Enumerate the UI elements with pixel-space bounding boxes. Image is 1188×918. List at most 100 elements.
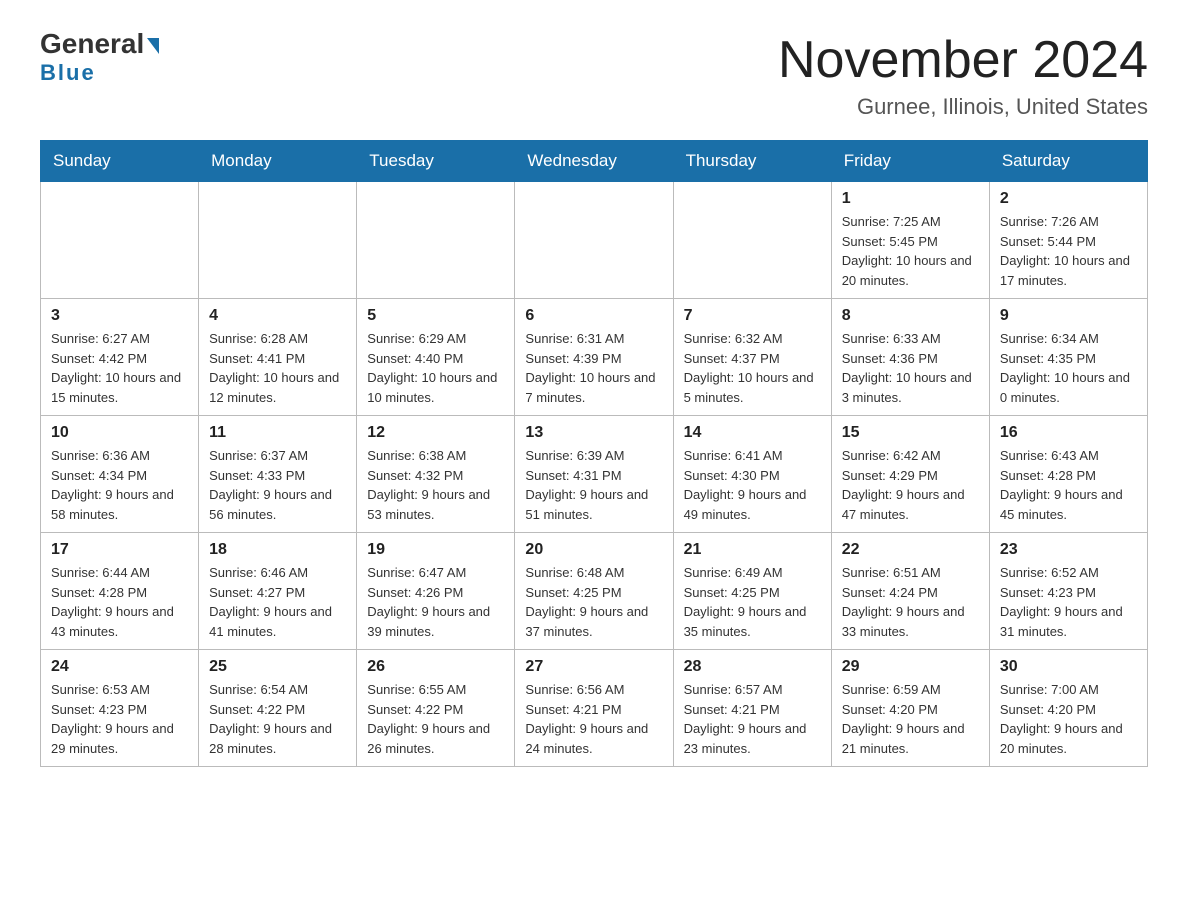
page-subtitle: Gurnee, Illinois, United States bbox=[778, 94, 1148, 120]
day-number: 25 bbox=[209, 658, 346, 676]
calendar-week-row: 3Sunrise: 6:27 AM Sunset: 4:42 PM Daylig… bbox=[41, 299, 1148, 416]
page-title: November 2024 bbox=[778, 30, 1148, 90]
calendar-cell: 1 Sunrise: 7:25 AM Sunset: 5:45 PM Daylig… bbox=[831, 182, 989, 299]
day-info: Sunrise: 6:47 AM Sunset: 4:26 PM Dayligh… bbox=[367, 563, 504, 641]
day-number: 10 bbox=[51, 424, 188, 442]
day-info: Sunrise: 6:44 AM Sunset: 4:28 PM Dayligh… bbox=[51, 563, 188, 641]
weekday-header-tuesday: Tuesday bbox=[357, 141, 515, 182]
calendar-cell: 22Sunrise: 6:51 AM Sunset: 4:24 PM Dayli… bbox=[831, 533, 989, 650]
calendar-cell: 7 Sunrise: 6:32 AM Sunset: 4:37 PM Daylig… bbox=[673, 299, 831, 416]
calendar-cell: 14 Sunrise: 6:41 AM Sunset: 4:30 PM Dayli… bbox=[673, 416, 831, 533]
day-info: Sunrise: 6:33 AM Sunset: 4:36 PM Dayligh… bbox=[842, 329, 979, 407]
day-info: Sunrise: 6:32 AM Sunset: 4:37 PM Dayligh… bbox=[684, 329, 821, 407]
day-info: Sunrise: 6:34 AM Sunset: 4:35 PM Dayligh… bbox=[1000, 329, 1137, 407]
calendar-cell: 3Sunrise: 6:27 AM Sunset: 4:42 PM Daylig… bbox=[41, 299, 199, 416]
calendar-cell: 17 Sunrise: 6:44 AM Sunset: 4:28 PM Dayli… bbox=[41, 533, 199, 650]
day-number: 20 bbox=[525, 541, 662, 559]
day-info: Sunrise: 6:28 AM Sunset: 4:41 PM Dayligh… bbox=[209, 329, 346, 407]
day-number: 14 bbox=[684, 424, 821, 442]
day-number: 11 bbox=[209, 424, 346, 442]
calendar-cell: 9 Sunrise: 6:34 AM Sunset: 4:35 PM Daylig… bbox=[989, 299, 1147, 416]
weekday-header-friday: Friday bbox=[831, 141, 989, 182]
calendar-cell: 26Sunrise: 6:55 AM Sunset: 4:22 PM Dayli… bbox=[357, 650, 515, 767]
weekday-header-thursday: Thursday bbox=[673, 141, 831, 182]
calendar-cell bbox=[199, 182, 357, 299]
calendar-cell: 11 Sunrise: 6:37 AM Sunset: 4:33 PM Dayli… bbox=[199, 416, 357, 533]
day-info: Sunrise: 6:42 AM Sunset: 4:29 PM Dayligh… bbox=[842, 446, 979, 524]
day-info: Sunrise: 6:54 AM Sunset: 4:22 PM Dayligh… bbox=[209, 680, 346, 758]
weekday-header-wednesday: Wednesday bbox=[515, 141, 673, 182]
day-info: Sunrise: 6:41 AM Sunset: 4:30 PM Dayligh… bbox=[684, 446, 821, 524]
calendar-cell: 6 Sunrise: 6:31 AM Sunset: 4:39 PM Daylig… bbox=[515, 299, 673, 416]
day-number: 12 bbox=[367, 424, 504, 442]
calendar-table: SundayMondayTuesdayWednesdayThursdayFrid… bbox=[40, 140, 1148, 767]
day-info: Sunrise: 6:38 AM Sunset: 4:32 PM Dayligh… bbox=[367, 446, 504, 524]
logo: General Blue bbox=[40, 30, 159, 86]
calendar-cell: 10 Sunrise: 6:36 AM Sunset: 4:34 PM Dayli… bbox=[41, 416, 199, 533]
day-info: Sunrise: 6:46 AM Sunset: 4:27 PM Dayligh… bbox=[209, 563, 346, 641]
day-info: Sunrise: 7:00 AM Sunset: 4:20 PM Dayligh… bbox=[1000, 680, 1137, 758]
day-info: Sunrise: 6:37 AM Sunset: 4:33 PM Dayligh… bbox=[209, 446, 346, 524]
day-number: 27 bbox=[525, 658, 662, 676]
day-number: 13 bbox=[525, 424, 662, 442]
day-info: Sunrise: 6:56 AM Sunset: 4:21 PM Dayligh… bbox=[525, 680, 662, 758]
day-number: 15 bbox=[842, 424, 979, 442]
calendar-cell: 23 Sunrise: 6:52 AM Sunset: 4:23 PM Dayli… bbox=[989, 533, 1147, 650]
day-number: 4 bbox=[209, 307, 346, 325]
day-info: Sunrise: 6:31 AM Sunset: 4:39 PM Dayligh… bbox=[525, 329, 662, 407]
day-number: 30 bbox=[1000, 658, 1137, 676]
day-number: 28 bbox=[684, 658, 821, 676]
calendar-cell: 25 Sunrise: 6:54 AM Sunset: 4:22 PM Dayli… bbox=[199, 650, 357, 767]
day-number: 6 bbox=[525, 307, 662, 325]
calendar-week-row: 10 Sunrise: 6:36 AM Sunset: 4:34 PM Dayli… bbox=[41, 416, 1148, 533]
weekday-header-sunday: Sunday bbox=[41, 141, 199, 182]
calendar-cell: 27 Sunrise: 6:56 AM Sunset: 4:21 PM Dayli… bbox=[515, 650, 673, 767]
day-info: Sunrise: 6:49 AM Sunset: 4:25 PM Dayligh… bbox=[684, 563, 821, 641]
calendar-cell: 29Sunrise: 6:59 AM Sunset: 4:20 PM Dayli… bbox=[831, 650, 989, 767]
day-number: 8 bbox=[842, 307, 979, 325]
day-number: 24 bbox=[51, 658, 188, 676]
day-number: 7 bbox=[684, 307, 821, 325]
logo-blue: Blue bbox=[40, 60, 96, 86]
day-info: Sunrise: 6:51 AM Sunset: 4:24 PM Dayligh… bbox=[842, 563, 979, 641]
calendar-cell: 15 Sunrise: 6:42 AM Sunset: 4:29 PM Dayli… bbox=[831, 416, 989, 533]
day-number: 29 bbox=[842, 658, 979, 676]
day-number: 9 bbox=[1000, 307, 1137, 325]
calendar-cell: 8 Sunrise: 6:33 AM Sunset: 4:36 PM Daylig… bbox=[831, 299, 989, 416]
day-number: 16 bbox=[1000, 424, 1137, 442]
calendar-week-row: 17 Sunrise: 6:44 AM Sunset: 4:28 PM Dayli… bbox=[41, 533, 1148, 650]
day-number: 5 bbox=[367, 307, 504, 325]
day-info: Sunrise: 7:25 AM Sunset: 5:45 PM Dayligh… bbox=[842, 212, 979, 290]
day-info: Sunrise: 6:57 AM Sunset: 4:21 PM Dayligh… bbox=[684, 680, 821, 758]
calendar-cell: 4 Sunrise: 6:28 AM Sunset: 4:41 PM Daylig… bbox=[199, 299, 357, 416]
day-info: Sunrise: 6:52 AM Sunset: 4:23 PM Dayligh… bbox=[1000, 563, 1137, 641]
day-info: Sunrise: 6:53 AM Sunset: 4:23 PM Dayligh… bbox=[51, 680, 188, 758]
weekday-header-monday: Monday bbox=[199, 141, 357, 182]
day-number: 23 bbox=[1000, 541, 1137, 559]
calendar-cell: 2Sunrise: 7:26 AM Sunset: 5:44 PM Daylig… bbox=[989, 182, 1147, 299]
logo-text: General bbox=[40, 30, 159, 58]
day-number: 26 bbox=[367, 658, 504, 676]
calendar-cell: 20 Sunrise: 6:48 AM Sunset: 4:25 PM Dayli… bbox=[515, 533, 673, 650]
day-info: Sunrise: 6:43 AM Sunset: 4:28 PM Dayligh… bbox=[1000, 446, 1137, 524]
calendar-week-row: 1 Sunrise: 7:25 AM Sunset: 5:45 PM Daylig… bbox=[41, 182, 1148, 299]
calendar-cell: 19Sunrise: 6:47 AM Sunset: 4:26 PM Dayli… bbox=[357, 533, 515, 650]
calendar-cell: 16 Sunrise: 6:43 AM Sunset: 4:28 PM Dayli… bbox=[989, 416, 1147, 533]
calendar-cell: 18 Sunrise: 6:46 AM Sunset: 4:27 PM Dayli… bbox=[199, 533, 357, 650]
calendar-week-row: 24 Sunrise: 6:53 AM Sunset: 4:23 PM Dayli… bbox=[41, 650, 1148, 767]
weekday-header-row: SundayMondayTuesdayWednesdayThursdayFrid… bbox=[41, 141, 1148, 182]
calendar-cell: 5Sunrise: 6:29 AM Sunset: 4:40 PM Daylig… bbox=[357, 299, 515, 416]
day-info: Sunrise: 6:36 AM Sunset: 4:34 PM Dayligh… bbox=[51, 446, 188, 524]
calendar-cell: 24 Sunrise: 6:53 AM Sunset: 4:23 PM Dayli… bbox=[41, 650, 199, 767]
weekday-header-saturday: Saturday bbox=[989, 141, 1147, 182]
calendar-cell: 30 Sunrise: 7:00 AM Sunset: 4:20 PM Dayli… bbox=[989, 650, 1147, 767]
day-number: 2 bbox=[1000, 190, 1137, 208]
calendar-cell bbox=[41, 182, 199, 299]
day-number: 1 bbox=[842, 190, 979, 208]
day-number: 18 bbox=[209, 541, 346, 559]
day-info: Sunrise: 6:48 AM Sunset: 4:25 PM Dayligh… bbox=[525, 563, 662, 641]
calendar-cell bbox=[357, 182, 515, 299]
calendar-cell: 12 Sunrise: 6:38 AM Sunset: 4:32 PM Dayli… bbox=[357, 416, 515, 533]
day-info: Sunrise: 6:27 AM Sunset: 4:42 PM Dayligh… bbox=[51, 329, 188, 407]
day-number: 17 bbox=[51, 541, 188, 559]
